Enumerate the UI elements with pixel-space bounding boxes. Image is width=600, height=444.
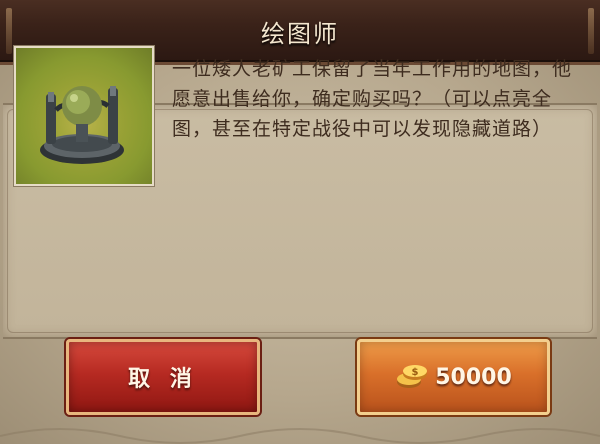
cartographer-dialog: 绘图师 一位矮人老矿工保留了当年工作用的地图，他愿意出售给你，确定购买吗？（可以… — [0, 0, 600, 444]
dialog-description: 一位矮人老矿工保留了当年工作用的地图，他愿意出售给你，确定购买吗？（可以点亮全图… — [172, 58, 573, 140]
gold-coins-icon: $ — [395, 360, 429, 394]
cancel-button[interactable]: 取 消 — [66, 339, 260, 415]
cancel-button-label: 取 消 — [128, 367, 198, 392]
map-pedestal-icon — [14, 46, 154, 186]
buy-price: 50000 — [435, 364, 512, 390]
svg-text:$: $ — [412, 367, 419, 378]
bottom-ornament — [0, 428, 600, 444]
dialog-title: 绘图师 — [261, 20, 339, 48]
buy-button[interactable]: $ 50000 — [357, 339, 550, 415]
